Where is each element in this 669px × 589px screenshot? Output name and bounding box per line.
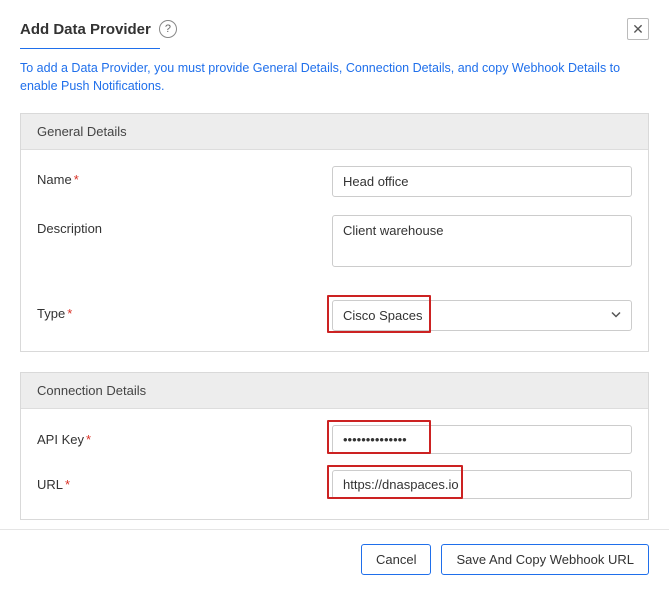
connection-details-section: Connection Details API Key* URL* (20, 372, 649, 520)
general-details-section: General Details Name* Description Client… (20, 113, 649, 352)
apikey-label: API Key* (37, 432, 332, 447)
url-field (332, 470, 632, 499)
apikey-label-text: API Key (37, 432, 84, 447)
description-label: Description (37, 215, 332, 236)
info-text: To add a Data Provider, you must provide… (20, 59, 649, 95)
dialog-title: Add Data Provider (20, 21, 151, 38)
required-asterisk: * (74, 172, 79, 187)
cancel-button[interactable]: Cancel (361, 544, 431, 575)
description-field: Client warehouse (332, 215, 632, 270)
close-button[interactable]: ✕ (627, 18, 649, 40)
url-label: URL* (37, 477, 332, 492)
connection-details-body: API Key* URL* (21, 409, 648, 519)
type-label: Type* (37, 300, 332, 321)
url-row: URL* (37, 470, 632, 499)
description-input[interactable]: Client warehouse (332, 215, 632, 267)
apikey-input[interactable] (332, 425, 632, 454)
description-row: Description Client warehouse (37, 215, 632, 270)
general-details-header: General Details (21, 114, 648, 150)
apikey-row: API Key* (37, 425, 632, 454)
type-label-text: Type (37, 306, 65, 321)
close-icon: ✕ (632, 21, 644, 38)
required-asterisk: * (65, 477, 70, 492)
name-label: Name* (37, 166, 332, 187)
url-label-text: URL (37, 477, 63, 492)
general-details-body: Name* Description Client warehouse Type*… (21, 150, 648, 351)
name-input[interactable] (332, 166, 632, 197)
name-row: Name* (37, 166, 632, 197)
type-row: Type* Cisco Spaces (37, 300, 632, 331)
required-asterisk: * (67, 306, 72, 321)
help-icon[interactable]: ? (159, 20, 177, 38)
connection-details-header: Connection Details (21, 373, 648, 409)
title-wrap: Add Data Provider ? (20, 20, 177, 38)
dialog-header: Add Data Provider ? ✕ (20, 18, 649, 40)
type-field: Cisco Spaces (332, 300, 632, 331)
name-label-text: Name (37, 172, 72, 187)
type-select[interactable]: Cisco Spaces (332, 300, 632, 331)
save-button[interactable]: Save And Copy Webhook URL (441, 544, 649, 575)
apikey-field (332, 425, 632, 454)
required-asterisk: * (86, 432, 91, 447)
dialog-footer: Cancel Save And Copy Webhook URL (0, 529, 669, 589)
add-data-provider-dialog: Add Data Provider ? ✕ To add a Data Prov… (0, 0, 669, 520)
url-input[interactable] (332, 470, 632, 499)
title-underline (20, 48, 160, 49)
name-field (332, 166, 632, 197)
